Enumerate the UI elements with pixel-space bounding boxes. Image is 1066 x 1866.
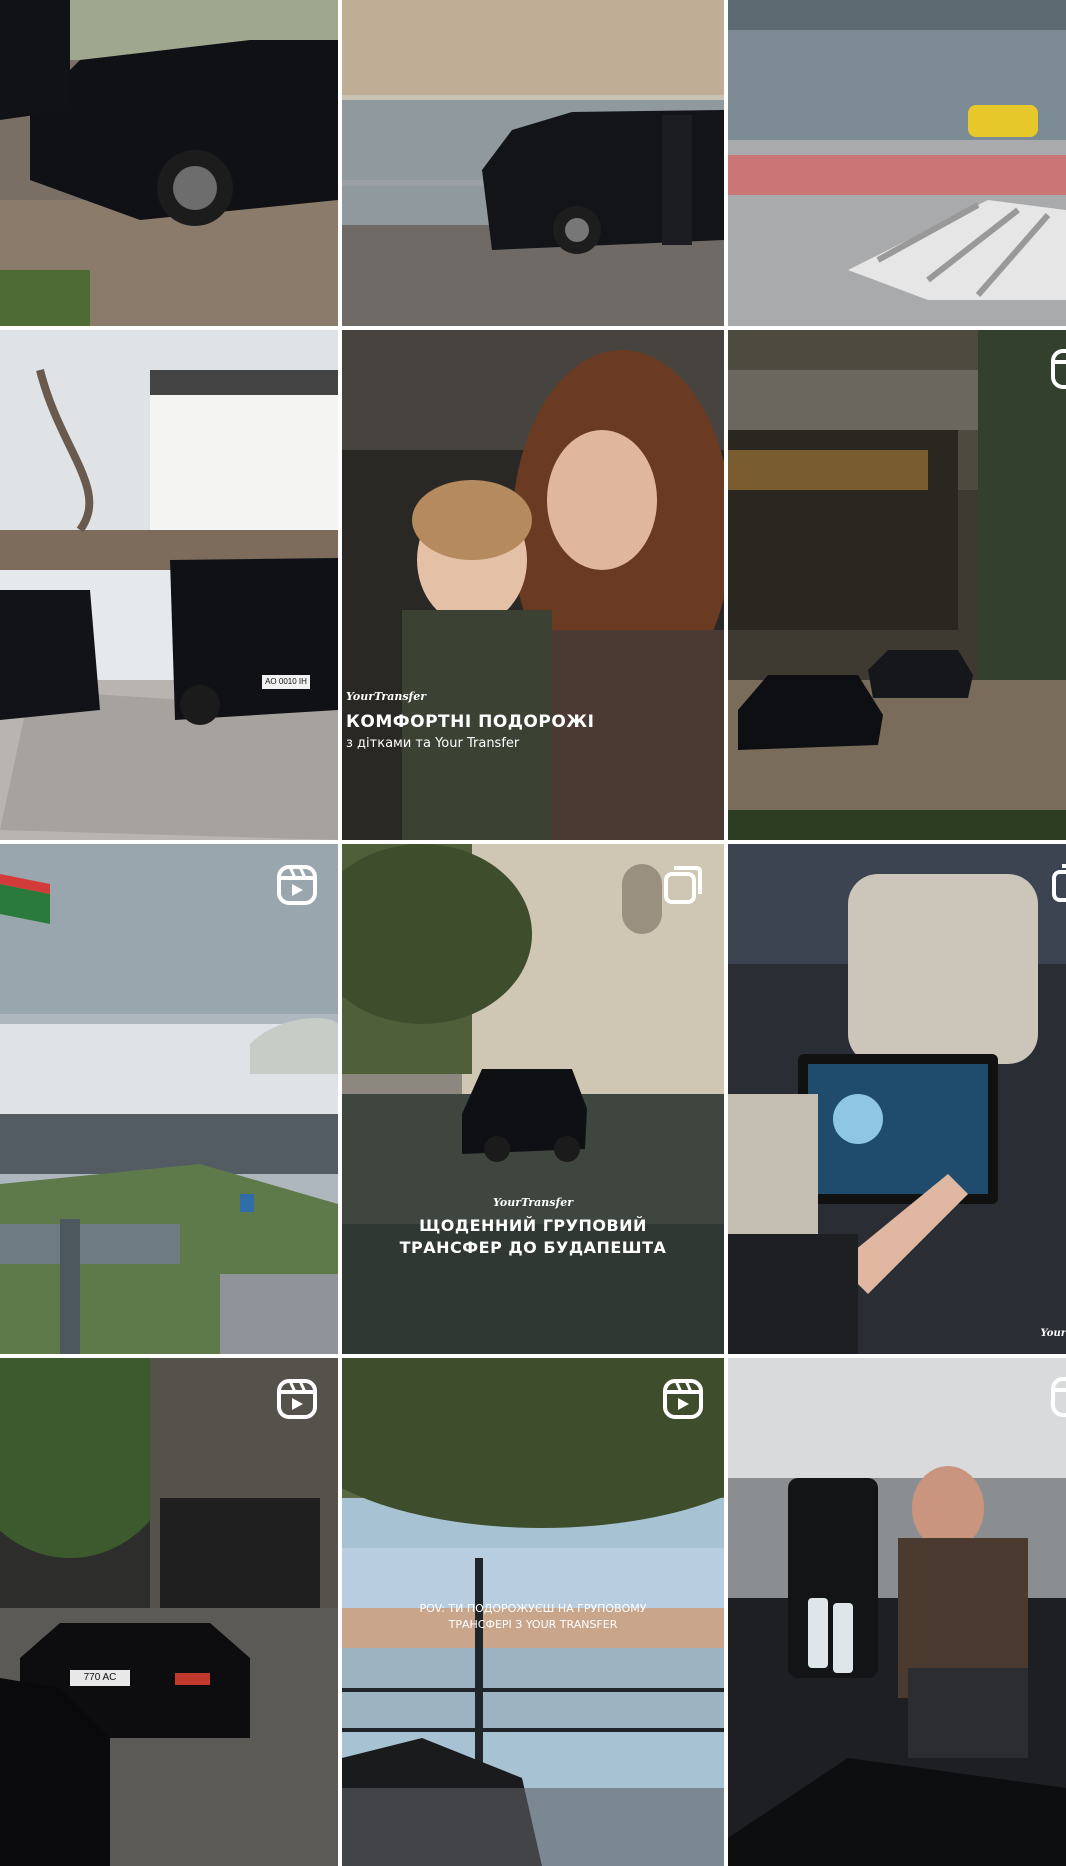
group-post-headline-1: ЩОДЕННИЙ ГРУПОВИЙ: [419, 1216, 647, 1235]
van-plate-label: AO 0010 IH: [265, 677, 307, 686]
posts-grid: AO 0010 IH YourTransfer КОМФОРТНІ ПОДОРО…: [0, 0, 1066, 1866]
post-tile-driver-interior[interactable]: [728, 1358, 1066, 1866]
sedan-plate-label: 770 AC: [83, 1672, 117, 1683]
photo-van-basilica: [342, 844, 724, 1354]
brand-wordmark: YourTransfer: [346, 690, 427, 703]
reel-icon: [1051, 1377, 1066, 1417]
budapest-caption-2: ТРАНСФЕРІ З YOUR TRANSFER: [448, 1618, 618, 1631]
post-tile-vans-hotel[interactable]: AO 0010 IH: [0, 330, 338, 840]
group-post-headline-2: ТРАНСФЕР ДО БУДАПЕШТА: [399, 1238, 667, 1257]
carousel-icon: [1052, 864, 1066, 902]
photo-tablet-interior: [728, 844, 1066, 1354]
post-tile-group-transfer[interactable]: YourTransfer ЩОДЕННИЙ ГРУПОВИЙ ТРАНСФЕР …: [342, 844, 724, 1354]
carousel-icon: [664, 866, 702, 904]
post-tile-hotel-sedans[interactable]: [728, 330, 1066, 840]
photo-airport-crosswalk: [728, 0, 1066, 326]
brand-wordmark: YourTransfer: [492, 1196, 574, 1209]
photo-sedans-street: [0, 1358, 338, 1866]
reel-icon: [663, 1379, 703, 1419]
post-tile-tablet-interior[interactable]: Your: [728, 844, 1066, 1354]
reel-icon: [277, 865, 317, 905]
reel-icon: [1051, 349, 1066, 389]
budapest-caption-1: POV: ТИ ПОДОРОЖУЄШ НА ГРУПОВОМУ: [419, 1602, 647, 1615]
profile-grid-page: AO 0010 IH YourTransfer КОМФОРТНІ ПОДОРО…: [0, 0, 1066, 1866]
reel-icon: [277, 1379, 317, 1419]
post-tile-sedans-night[interactable]: 770 AC: [0, 1358, 338, 1866]
photo-driver-interior: [728, 1358, 1066, 1866]
photo-vans-hotel: [0, 330, 338, 840]
post-tile-airport-flag[interactable]: [0, 844, 338, 1354]
kids-post-headline: КОМФОРТНІ ПОДОРОЖІ: [346, 712, 595, 732]
kids-post-subline: з дітками та Your Transfer: [346, 736, 520, 751]
photo-mercedes-cobblestone: [0, 0, 338, 326]
post-tile-kids-comfort[interactable]: YourTransfer КОМФОРТНІ ПОДОРОЖІ з діткам…: [342, 330, 724, 840]
photo-van-parliament: [342, 0, 724, 326]
photo-mother-child-in-car: [342, 330, 724, 840]
post-tile-van-parliament[interactable]: [342, 0, 724, 326]
post-tile-airport-crosswalk[interactable]: [728, 0, 1066, 326]
photo-airport-flag: [0, 844, 338, 1354]
photo-hotel-sedans: [728, 330, 1066, 840]
brand-corner-wordmark: Your: [1040, 1328, 1066, 1339]
post-tile-budapest-river[interactable]: POV: ТИ ПОДОРОЖУЄШ НА ГРУПОВОМУ ТРАНСФЕР…: [342, 1358, 724, 1866]
post-tile-mercedes-cobblestone[interactable]: [0, 0, 338, 326]
